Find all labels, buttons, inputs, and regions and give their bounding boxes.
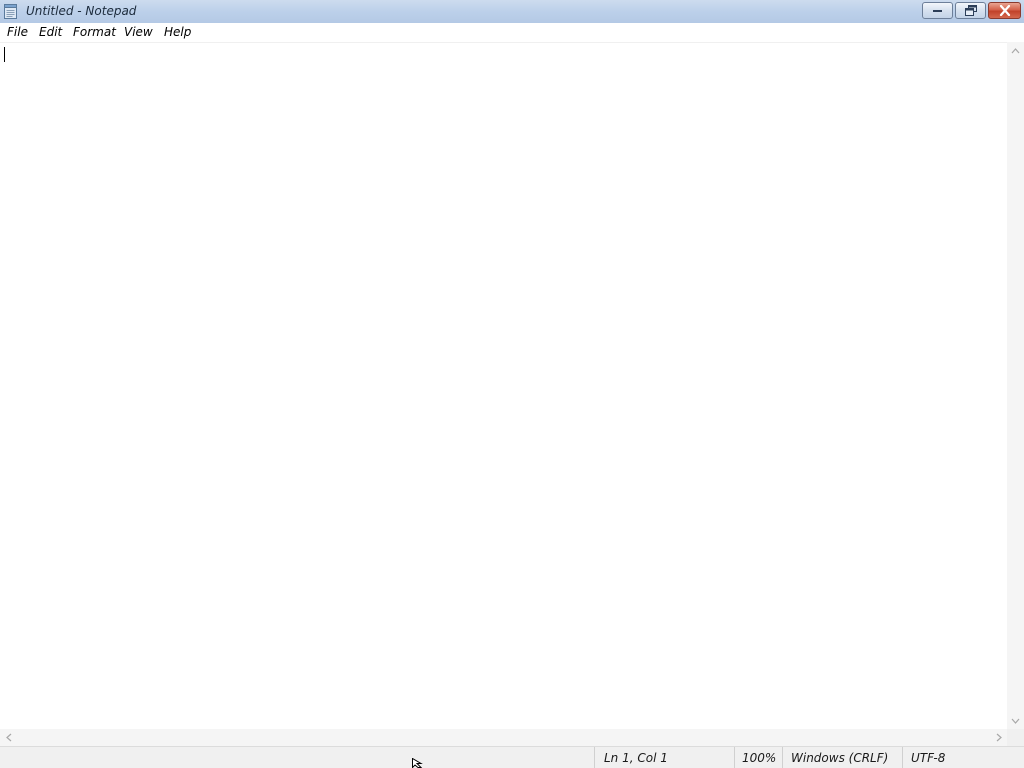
mouse-pointer-icon <box>412 758 423 768</box>
menu-bar: File Edit Format View Help <box>0 23 1024 42</box>
menu-view[interactable]: View <box>124 25 153 39</box>
close-icon <box>999 5 1010 16</box>
line-ending: Windows (CRLF) <box>791 751 889 765</box>
scroll-left-arrow[interactable] <box>0 729 17 746</box>
scroll-up-arrow[interactable] <box>1007 42 1024 59</box>
scrollbar-corner <box>1007 729 1024 746</box>
menu-format[interactable]: Format <box>73 25 116 39</box>
menu-help[interactable]: Help <box>164 25 191 39</box>
scroll-right-arrow[interactable] <box>990 729 1007 746</box>
window-title: Untitled - Notepad <box>26 4 137 18</box>
restore-icon <box>964 5 977 16</box>
zoom-level: 100% <box>742 751 777 765</box>
menu-file[interactable]: File <box>7 25 28 39</box>
chevron-down-icon <box>1011 718 1020 724</box>
minimize-icon <box>933 10 942 12</box>
status-position-segment: Ln 1, Col 1 <box>594 747 734 768</box>
status-zoom-segment: 100% <box>734 747 782 768</box>
text-caret <box>4 47 5 62</box>
scroll-down-arrow[interactable] <box>1007 712 1024 729</box>
chevron-right-icon <box>996 733 1002 742</box>
menu-edit[interactable]: Edit <box>39 25 62 39</box>
status-encoding-segment: UTF-8 <box>902 747 1024 768</box>
notepad-window: Untitled - Notepad File Edit Format View… <box>0 0 1024 768</box>
title-bar[interactable]: Untitled - Notepad <box>0 0 1024 24</box>
horizontal-scrollbar[interactable] <box>0 729 1007 746</box>
text-editor[interactable] <box>0 42 1007 729</box>
chevron-up-icon <box>1011 47 1020 53</box>
encoding: UTF-8 <box>911 751 946 765</box>
cursor-position: Ln 1, Col 1 <box>604 751 668 765</box>
status-line-ending-segment: Windows (CRLF) <box>782 747 902 768</box>
vertical-scrollbar[interactable] <box>1007 42 1024 729</box>
minimize-button[interactable] <box>922 2 953 19</box>
close-button[interactable] <box>988 2 1021 19</box>
status-bar: Ln 1, Col 1 100% Windows (CRLF) UTF-8 <box>0 746 1024 768</box>
chevron-left-icon <box>5 733 11 742</box>
restore-button[interactable] <box>955 2 986 19</box>
notepad-icon <box>4 4 17 19</box>
